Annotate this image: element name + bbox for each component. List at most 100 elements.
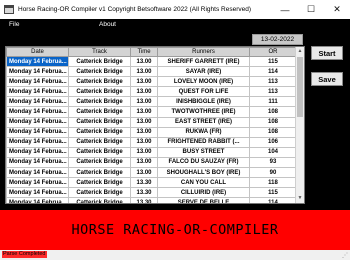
table-row[interactable]: Monday 14 Februa... Catterick Bridge 13.00…: [6, 96, 297, 108]
cell-time: 13.00: [130, 156, 158, 169]
cell-runner: SERVE DE BELLE: [157, 197, 250, 203]
cell-track: Catterick Bridge: [68, 106, 131, 118]
table-row[interactable]: Monday 14 Februa... Catterick Bridge 13.00…: [6, 116, 297, 128]
cell-time: 13.00: [130, 86, 158, 98]
cell-date: Monday 14 Februa...: [6, 116, 69, 128]
scroll-thumb[interactable]: [297, 57, 303, 117]
table-row[interactable]: Monday 14 Februa... Catterick Bridge 13.00…: [6, 76, 297, 88]
cell-date: Monday 14 Februa...: [6, 177, 69, 189]
cell-or: 115: [249, 187, 297, 199]
cell-runner: INISHBIGGLE (IRE): [157, 96, 250, 108]
status-text: Parse Completed: [2, 251, 47, 258]
banner: HORSE RACING-OR-COMPILER: [0, 210, 350, 250]
column-header-time[interactable]: Time: [130, 47, 158, 57]
status-bar: Parse Completed ⋰: [0, 250, 350, 260]
cell-date: Monday 14 Februa...: [6, 197, 69, 203]
cell-date: Monday 14 Februa...: [6, 126, 69, 138]
cell-track: Catterick Bridge: [68, 187, 131, 199]
cell-time: 13.30: [130, 187, 158, 199]
cell-date: Monday 14 Februa...: [6, 86, 69, 98]
cell-or: 104: [249, 146, 297, 158]
cell-runner: FALCO DU SAUZAY (FR): [157, 156, 250, 169]
cell-date: Monday 14 Februa...: [6, 156, 69, 169]
table-row[interactable]: Monday 14 Februa... Catterick Bridge 13.00…: [6, 156, 297, 169]
cell-runner: LOVELY MOON (IRE): [157, 76, 250, 88]
grid-body: Monday 14 Februa... Catterick Bridge 13.00…: [6, 55, 297, 203]
races-table: Date Track Time Runners OR Monday 14 Februa.…: [6, 47, 297, 203]
cell-or: 114: [249, 66, 297, 78]
scroll-up-arrow-icon[interactable]: ▲: [296, 47, 304, 56]
table-row[interactable]: Monday 14 Februa... Catterick Bridge 13.00…: [6, 55, 297, 68]
cell-date: Monday 14 Februa...: [6, 187, 69, 199]
table-row[interactable]: Monday 14 Februa... Catterick Bridge 13.30…: [6, 197, 297, 203]
column-header-runners[interactable]: Runners: [157, 47, 250, 57]
cell-time: 13.00: [130, 146, 158, 158]
cell-time: 13.30: [130, 177, 158, 189]
cell-runner: SAYAR (IRE): [157, 66, 250, 78]
cell-or: 93: [249, 156, 297, 169]
scroll-down-arrow-icon[interactable]: ▼: [296, 194, 304, 203]
minimize-button[interactable]: —: [272, 0, 298, 19]
cell-date: Monday 14 Februa...: [6, 55, 69, 68]
table-row[interactable]: Monday 14 Februa... Catterick Bridge 13.00…: [6, 86, 297, 98]
header-row: Date Track Time Runners OR: [6, 47, 297, 57]
cell-track: Catterick Bridge: [68, 146, 131, 158]
table-row[interactable]: Monday 14 Februa... Catterick Bridge 13.30…: [6, 187, 297, 199]
cell-or: 106: [249, 136, 297, 148]
maximize-button[interactable]: ☐: [298, 0, 324, 19]
column-header-track[interactable]: Track: [68, 47, 131, 57]
cell-time: 13.00: [130, 116, 158, 128]
cell-runner: QUEST FOR LIFE: [157, 86, 250, 98]
cell-time: 13.00: [130, 66, 158, 78]
cell-time: 13.00: [130, 76, 158, 88]
cell-track: Catterick Bridge: [68, 156, 131, 169]
close-button[interactable]: ✕: [324, 0, 350, 19]
cell-runner: TWOTWOTHREE (IRE): [157, 106, 250, 118]
table-row[interactable]: Monday 14 Februa... Catterick Bridge 13.00…: [6, 126, 297, 138]
start-button[interactable]: Start: [311, 46, 343, 60]
table-row[interactable]: Monday 14 Februa... Catterick Bridge 13.00…: [6, 106, 297, 118]
cell-or: 113: [249, 76, 297, 88]
cell-track: Catterick Bridge: [68, 197, 131, 203]
menu-bar: File About: [0, 19, 350, 30]
column-header-date[interactable]: Date: [6, 47, 69, 57]
cell-time: 13.00: [130, 106, 158, 118]
cell-time: 13.30: [130, 197, 158, 203]
cell-or: 114: [249, 197, 297, 203]
cell-track: Catterick Bridge: [68, 167, 131, 179]
menu-file[interactable]: File: [9, 19, 19, 30]
cell-runner: FRIGHTENED RABBIT (...: [157, 136, 250, 148]
table-row[interactable]: Monday 14 Februa... Catterick Bridge 13.30…: [6, 177, 297, 189]
table-row[interactable]: Monday 14 Februa... Catterick Bridge 13.00…: [6, 66, 297, 78]
cell-track: Catterick Bridge: [68, 76, 131, 88]
cell-time: 13.00: [130, 167, 158, 179]
banner-title: HORSE RACING-OR-COMPILER: [71, 222, 279, 238]
cell-or: 115: [249, 55, 297, 68]
cell-date: Monday 14 Februa...: [6, 66, 69, 78]
cell-track: Catterick Bridge: [68, 126, 131, 138]
races-grid[interactable]: Date Track Time Runners OR Monday 14 Februa.…: [5, 46, 305, 204]
column-header-or[interactable]: OR: [249, 47, 297, 57]
cell-time: 13.00: [130, 126, 158, 138]
cell-or: 113: [249, 86, 297, 98]
cell-track: Catterick Bridge: [68, 136, 131, 148]
table-row[interactable]: Monday 14 Februa... Catterick Bridge 13.00…: [6, 146, 297, 158]
cell-runner: RUKWA (FR): [157, 126, 250, 138]
cell-date: Monday 14 Februa...: [6, 96, 69, 108]
title-bar: Horse Racing-OR Compiler v1 Copyright Be…: [0, 0, 350, 19]
cell-track: Catterick Bridge: [68, 177, 131, 189]
window-title: Horse Racing-OR Compiler v1 Copyright Be…: [18, 6, 252, 13]
cell-track: Catterick Bridge: [68, 116, 131, 128]
cell-time: 13.00: [130, 136, 158, 148]
cell-track: Catterick Bridge: [68, 55, 131, 68]
table-row[interactable]: Monday 14 Februa... Catterick Bridge 13.00…: [6, 167, 297, 179]
menu-about[interactable]: About: [99, 19, 116, 30]
save-button[interactable]: Save: [311, 72, 343, 86]
cell-or: 108: [249, 116, 297, 128]
cell-date: Monday 14 Februa...: [6, 167, 69, 179]
resize-grip-icon[interactable]: ⋰: [342, 252, 348, 259]
table-row[interactable]: Monday 14 Februa... Catterick Bridge 13.00…: [6, 136, 297, 148]
vertical-scrollbar[interactable]: ▲ ▼: [295, 47, 304, 203]
cell-track: Catterick Bridge: [68, 86, 131, 98]
cell-runner: CAN YOU CALL: [157, 177, 250, 189]
